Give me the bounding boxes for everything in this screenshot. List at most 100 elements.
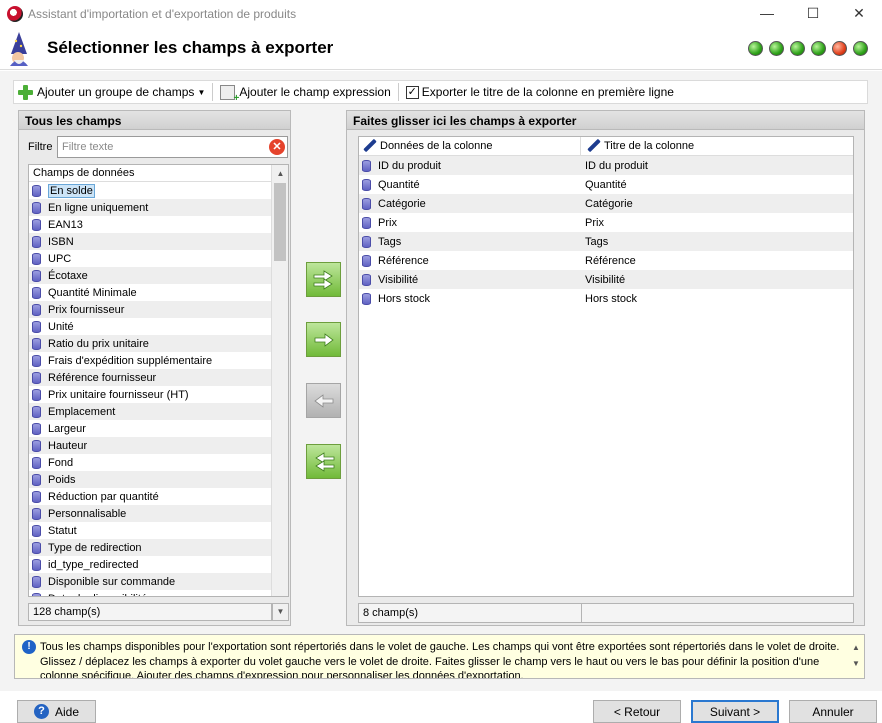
add-all-fields-button[interactable] xyxy=(306,262,341,297)
export-field-title[interactable]: Quantité xyxy=(581,179,627,191)
next-button[interactable]: Suivant > xyxy=(691,700,779,723)
close-button[interactable]: ✕ xyxy=(836,0,882,28)
field-list-item[interactable]: Quantité Minimale xyxy=(29,284,271,301)
field-list-item[interactable]: id_type_redirected xyxy=(29,556,271,573)
field-list-item[interactable]: Frais d'expédition supplémentaire xyxy=(29,352,271,369)
export-field-title[interactable]: Référence xyxy=(581,255,636,267)
column-data-header[interactable]: Données de la colonne xyxy=(359,137,581,156)
field-label: Frais d'expédition supplémentaire xyxy=(48,354,213,367)
field-label: Réduction par quantité xyxy=(48,490,159,503)
field-label: En ligne uniquement xyxy=(48,201,149,214)
database-field-icon xyxy=(32,218,41,231)
export-field-row[interactable]: ID du produit ID du produit xyxy=(359,156,853,175)
export-field-row[interactable]: Tags Tags xyxy=(359,232,853,251)
field-label: EAN13 xyxy=(48,218,83,231)
remove-field-button[interactable] xyxy=(306,383,341,418)
help-icon: ? xyxy=(33,704,49,719)
database-field-icon xyxy=(32,388,41,401)
export-column-title-label: Exporter le titre de la colonne en premi… xyxy=(421,85,674,99)
export-field-row[interactable]: Catégorie Catégorie xyxy=(359,194,853,213)
field-label: Quantité Minimale xyxy=(48,286,137,299)
export-field-title[interactable]: ID du produit xyxy=(581,160,648,172)
back-button[interactable]: < Retour xyxy=(593,700,681,723)
caret-down-icon: ▼ xyxy=(197,87,206,97)
field-list-item[interactable]: Poids xyxy=(29,471,271,488)
field-list-item[interactable]: Disponible sur commande xyxy=(29,573,271,590)
export-column-title-option[interactable]: ✓ Exporter le titre de la colonne en pre… xyxy=(402,81,678,103)
field-list-item[interactable]: Référence fournisseur xyxy=(29,369,271,386)
page-title: Sélectionner les champs à exporter xyxy=(47,38,334,57)
window-title: Assistant d'importation et d'exportation… xyxy=(28,7,297,21)
all-fields-list[interactable]: Champs de données En solde En ligne uniqu… xyxy=(28,164,289,597)
export-field-data: Visibilité xyxy=(378,273,419,286)
field-list-item[interactable]: Prix fournisseur xyxy=(29,301,271,318)
database-field-icon xyxy=(362,216,371,229)
field-list-item[interactable]: Largeur xyxy=(29,420,271,437)
field-list-item[interactable]: Fond xyxy=(29,454,271,471)
field-label: Statut xyxy=(48,524,77,537)
scroll-down-icon[interactable]: ▼ xyxy=(272,603,289,621)
field-label: Disponible sur commande xyxy=(48,575,176,588)
cancel-button[interactable]: Annuler xyxy=(789,700,877,723)
export-field-data-cell: Hors stock xyxy=(359,292,581,305)
export-field-row[interactable]: Visibilité Visibilité xyxy=(359,270,853,289)
filter-label: Filtre xyxy=(28,141,53,153)
field-list-item[interactable]: Hauteur xyxy=(29,437,271,454)
export-field-title[interactable]: Visibilité xyxy=(581,274,625,286)
data-fields-column-header: Champs de données xyxy=(29,165,288,182)
remove-all-fields-button[interactable] xyxy=(306,444,341,479)
field-list-item[interactable]: En ligne uniquement xyxy=(29,199,271,216)
scroll-up-icon[interactable]: ▲ xyxy=(272,165,288,182)
field-list-item[interactable]: Personnalisable xyxy=(29,505,271,522)
database-field-icon xyxy=(32,337,41,350)
export-field-row[interactable]: Prix Prix xyxy=(359,213,853,232)
export-column-title-checkbox[interactable]: ✓ xyxy=(405,85,419,99)
minimize-button[interactable]: — xyxy=(744,0,790,28)
field-list-item[interactable]: ISBN xyxy=(29,233,271,250)
field-label: Prix unitaire fournisseur (HT) xyxy=(48,388,189,401)
info-scrollbar[interactable]: ▲ ▼ xyxy=(850,640,862,676)
maximize-button[interactable]: ☐ xyxy=(790,0,836,28)
toolbar: Ajouter un groupe de champs ▼ Ajouter le… xyxy=(13,80,868,104)
export-field-title[interactable]: Hors stock xyxy=(581,293,637,305)
field-list-item[interactable]: Statut xyxy=(29,522,271,539)
field-list-item[interactable]: Écotaxe xyxy=(29,267,271,284)
help-button[interactable]: ? Aide xyxy=(17,700,96,723)
field-list-item[interactable]: Type de redirection xyxy=(29,539,271,556)
export-field-title[interactable]: Catégorie xyxy=(581,198,633,210)
field-list-item[interactable]: Date de disponibilité xyxy=(29,590,271,596)
add-field-group-button[interactable]: Ajouter un groupe de champs ▼ xyxy=(14,81,209,103)
pencil-icon xyxy=(363,139,377,153)
clear-filter-icon[interactable]: ✕ xyxy=(269,139,285,155)
export-field-data-cell: Tags xyxy=(359,235,581,248)
field-list-item[interactable]: Unité xyxy=(29,318,271,335)
export-fields-grid[interactable]: Données de la colonne Titre de la colonn… xyxy=(358,136,854,597)
field-list-item[interactable]: EAN13 xyxy=(29,216,271,233)
add-field-button[interactable] xyxy=(306,322,341,357)
export-field-row[interactable]: Référence Référence xyxy=(359,251,853,270)
database-field-icon xyxy=(32,201,41,214)
database-field-icon xyxy=(362,159,371,172)
export-field-title[interactable]: Tags xyxy=(581,236,608,248)
export-fields-count: 8 champ(s) xyxy=(358,603,582,623)
export-field-row[interactable]: Quantité Quantité xyxy=(359,175,853,194)
column-title-header[interactable]: Titre de la colonne xyxy=(581,137,694,156)
database-field-icon xyxy=(32,592,41,596)
field-list-item[interactable]: Prix unitaire fournisseur (HT) xyxy=(29,386,271,403)
double-arrow-right-icon xyxy=(313,269,333,290)
expression-icon xyxy=(220,84,239,104)
export-field-data: Tags xyxy=(378,235,402,248)
double-arrow-left-icon xyxy=(314,451,334,472)
field-list-item[interactable]: Ratio du prix unitaire xyxy=(29,335,271,352)
fields-scrollbar[interactable]: ▲ xyxy=(271,165,288,596)
scrollbar-thumb[interactable] xyxy=(274,183,286,261)
field-list-item[interactable]: En solde xyxy=(29,182,271,199)
field-list-item[interactable]: Réduction par quantité xyxy=(29,488,271,505)
export-field-title[interactable]: Prix xyxy=(581,217,604,229)
field-list-item[interactable]: Emplacement xyxy=(29,403,271,420)
add-expression-field-button[interactable]: Ajouter le champ expression xyxy=(216,81,394,104)
field-label: Hauteur xyxy=(48,439,88,452)
filter-input[interactable] xyxy=(57,136,288,158)
export-field-row[interactable]: Hors stock Hors stock xyxy=(359,289,853,308)
field-list-item[interactable]: UPC xyxy=(29,250,271,267)
